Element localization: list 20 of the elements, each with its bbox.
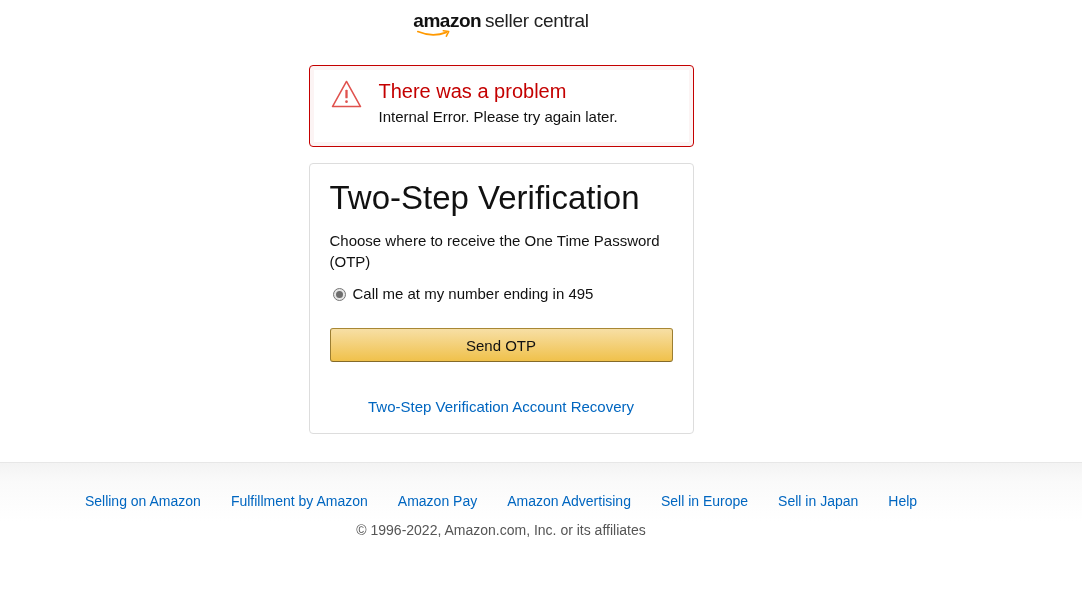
footer-link[interactable]: Help [888,491,918,511]
warning-triangle-icon [330,80,362,108]
instruction-text: Choose where to receive the One Time Password (OTP) [329,231,661,272]
send-otp-button[interactable]: Send OTP [329,328,673,362]
account-recovery-link[interactable]: Two-Step Verification Account Recovery [368,397,634,417]
logo-product-name: seller central [485,12,589,29]
logo-wordmark: amazon [413,12,482,29]
radio-button[interactable] [332,287,346,301]
smile-arrow-icon [417,30,452,37]
footer-link[interactable]: Amazon Advertising [507,491,631,511]
alert-message: Internal Error. Please try again later. [378,107,618,126]
footer-link[interactable]: Selling on Amazon [84,491,201,511]
footer-link[interactable]: Sell in Japan [778,491,859,511]
alert-title: There was a problem [378,79,567,104]
footer-link[interactable]: Sell in Europe [660,491,749,511]
footer-link[interactable]: Fulfillment by Amazon [230,491,368,511]
copyright-text: © 1996-2022, Amazon.com, Inc. or its affiliates [356,521,646,539]
card-title: Two-Step Verification [329,178,640,218]
radio-label[interactable]: Call me at my number ending in 495 [352,284,594,304]
footer-link[interactable]: Amazon Pay [397,491,478,511]
